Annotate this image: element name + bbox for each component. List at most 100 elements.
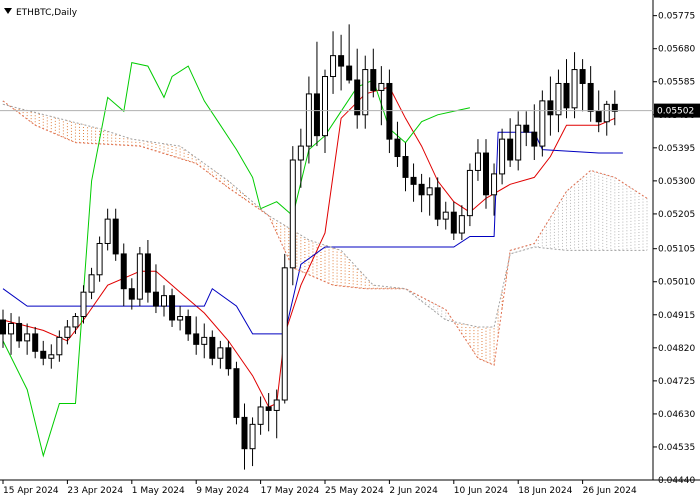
candle-body: [24, 333, 31, 342]
candle-body: [40, 350, 47, 359]
candle-body: [225, 347, 232, 370]
candle-body: [96, 242, 103, 276]
current-price-label: 0.05502: [657, 107, 694, 117]
candle-body: [185, 316, 192, 335]
candle-body: [394, 138, 401, 158]
x-tick-label: 17 May 2024: [261, 486, 320, 496]
candle-body: [442, 211, 449, 220]
candle-body: [305, 93, 312, 147]
y-tick-label: 0.05395: [658, 144, 695, 154]
y-tick-label: 0.04440: [658, 476, 695, 486]
candle-body: [563, 82, 570, 109]
candle-body: [144, 253, 151, 293]
chart: 0.057750.056800.055850.054900.053950.053…: [0, 0, 700, 500]
candle-body: [201, 336, 208, 345]
candle-body: [64, 326, 71, 338]
candle-body: [587, 82, 594, 112]
y-tick-label: 0.04820: [658, 344, 695, 354]
candle-body: [193, 333, 200, 345]
candle-body: [297, 145, 304, 161]
candle-body: [0, 319, 6, 335]
candle-body: [370, 69, 377, 91]
candle-body: [80, 291, 87, 318]
candle-body: [362, 69, 369, 116]
candle-body: [128, 288, 135, 300]
x-tick-label: 25 May 2024: [325, 486, 384, 496]
x-tick-label: 2 Jun 2024: [389, 486, 438, 496]
candle-body: [346, 65, 353, 81]
candle-body: [313, 93, 320, 137]
x-tick-label: 15 Apr 2024: [3, 486, 59, 496]
y-tick-label: 0.04915: [658, 311, 695, 321]
candle-body: [112, 218, 119, 255]
candle-body: [152, 291, 159, 307]
chart-title: ETHBTC,Daily: [16, 8, 78, 18]
candle-body: [547, 100, 554, 116]
x-tick-label: 1 May 2024: [132, 486, 185, 496]
x-tick-label: 23 Apr 2024: [67, 486, 123, 496]
y-tick-label: 0.04535: [658, 443, 695, 453]
candle-body: [56, 336, 63, 356]
candle-body: [16, 322, 23, 342]
candle-body: [418, 183, 425, 196]
y-tick-label: 0.05205: [658, 210, 695, 220]
candle-body: [322, 76, 328, 137]
candle-body: [507, 138, 514, 161]
candle-body: [434, 187, 441, 220]
candle-body: [579, 69, 586, 84]
candle-body: [354, 79, 361, 116]
candle-body: [523, 124, 530, 133]
candle-body: [169, 295, 176, 321]
candle-body: [571, 69, 578, 109]
candle-body: [241, 416, 248, 450]
candle-body: [177, 316, 184, 321]
candle-body: [217, 347, 224, 359]
candle-body: [595, 110, 602, 123]
candle-body: [281, 267, 288, 401]
x-tick-label: 18 Jun 2024: [518, 486, 572, 496]
candle-body: [257, 406, 264, 425]
candle-body: [499, 138, 506, 175]
candle-body: [72, 316, 79, 328]
candle-body: [410, 176, 417, 185]
candle-body: [539, 100, 546, 147]
candle-body: [458, 215, 465, 234]
y-tick-label: 0.04725: [658, 377, 695, 387]
candle-body: [32, 333, 39, 352]
y-tick-label: 0.05105: [658, 245, 695, 255]
candle-body: [386, 82, 393, 140]
candle-body: [289, 159, 296, 269]
candle-body: [330, 55, 337, 78]
y-tick-label: 0.05680: [658, 45, 695, 55]
candle-body: [249, 423, 256, 450]
y-tick-label: 0.05300: [658, 177, 695, 187]
candle-body: [104, 218, 111, 244]
candle-body: [402, 156, 409, 178]
candle-body: [483, 152, 489, 196]
y-tick-label: 0.05010: [658, 278, 695, 288]
candle-body: [161, 295, 167, 307]
candle-body: [491, 173, 498, 196]
candle-body: [531, 131, 538, 147]
candle-body: [8, 322, 15, 335]
candle-body: [474, 152, 481, 171]
candle-body: [555, 82, 562, 116]
x-tick-label: 26 Jun 2024: [583, 486, 637, 496]
candle-body: [88, 274, 95, 293]
candle-body: [515, 124, 522, 161]
candle-body: [120, 253, 127, 290]
candle-body: [450, 211, 457, 234]
candle-body: [466, 169, 473, 217]
x-tick-label: 10 Jun 2024: [454, 486, 508, 496]
y-tick-label: 0.05585: [658, 78, 695, 88]
candle-body: [233, 368, 240, 418]
candle-body: [338, 55, 345, 67]
y-tick-label: 0.05775: [658, 12, 695, 22]
candle-body: [426, 187, 433, 196]
chart-svg: 0.057750.056800.055850.054900.053950.053…: [0, 0, 700, 500]
candle-body: [378, 82, 385, 91]
candle-body: [273, 399, 280, 411]
candle-body: [603, 103, 610, 123]
candle-body: [209, 336, 216, 359]
candle-body: [265, 406, 272, 411]
